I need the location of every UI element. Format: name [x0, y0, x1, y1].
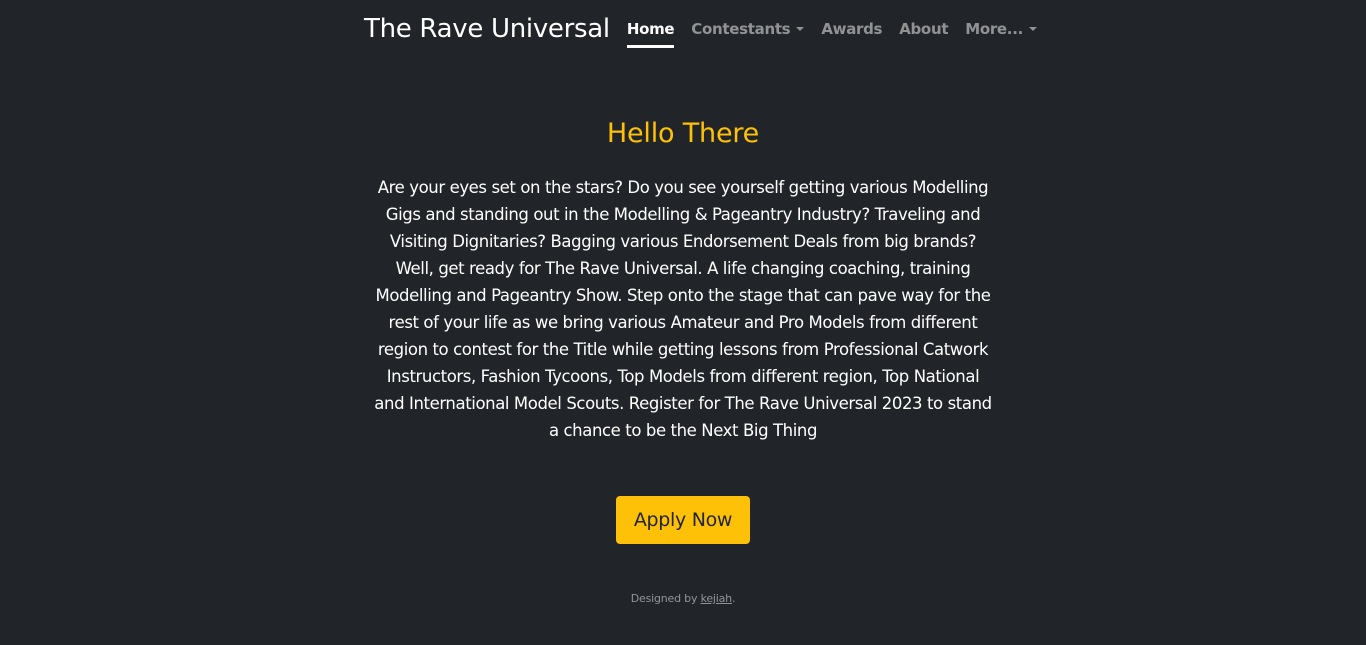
nav-home-label: Home — [626, 20, 675, 38]
page: The Rave Universal Home Contestants Awar… — [0, 0, 1366, 645]
caret-down-icon — [1029, 27, 1038, 31]
hero-lead-text: Are your eyes set on the stars? Do you s… — [374, 178, 992, 440]
main-nav: Home Contestants Awards About More... — [626, 20, 1038, 48]
caret-down-icon — [796, 27, 805, 31]
brand-logo[interactable]: The Rave Universal — [364, 16, 610, 44]
nav-contestants-label: Contestants — [691, 20, 791, 38]
footer: Designed by kejiah. — [0, 592, 1366, 605]
designer-link[interactable]: kejiah — [701, 592, 733, 605]
nav-home[interactable]: Home — [626, 20, 675, 48]
navbar: The Rave Universal Home Contestants Awar… — [364, 0, 1038, 60]
hero-section: Hello There Are your eyes set on the sta… — [0, 118, 1366, 544]
hero-title: Hello There — [606, 118, 760, 149]
footer-prefix: Designed by — [630, 592, 701, 605]
nav-about[interactable]: About — [899, 20, 948, 38]
nav-awards-label: Awards — [821, 20, 883, 38]
footer-suffix: . — [731, 592, 736, 605]
nav-about-label: About — [899, 20, 949, 38]
nav-awards[interactable]: Awards — [821, 20, 882, 38]
apply-now-button[interactable]: Apply Now — [616, 496, 750, 544]
nav-more-dropdown[interactable]: More... — [965, 20, 1038, 38]
nav-contestants-dropdown[interactable]: Contestants — [691, 20, 805, 38]
nav-more-label: More... — [965, 20, 1024, 38]
